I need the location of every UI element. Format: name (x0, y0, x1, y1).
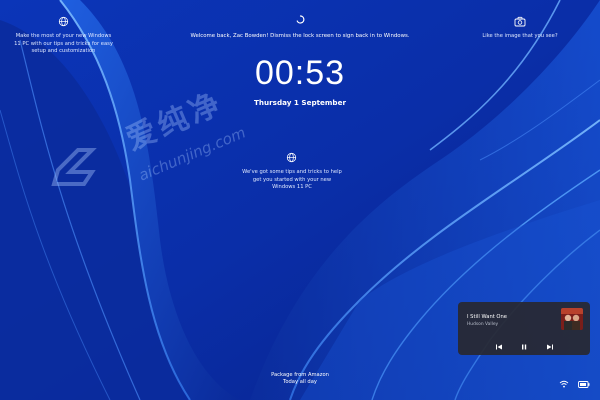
camera-icon[interactable] (514, 16, 526, 27)
battery-icon[interactable] (578, 381, 590, 388)
pause-button[interactable] (517, 337, 531, 350)
track-artist: Hudson Valley (467, 322, 499, 327)
tip-widget-center[interactable]: We've got some tips and tricks to help g… (230, 169, 354, 192)
notification-title: Package from Amazon (271, 372, 329, 378)
globe-icon[interactable] (58, 16, 69, 27)
calendar-notification[interactable]: Package from Amazon Today all day (0, 372, 600, 386)
clock-date: Thursday 1 September (254, 98, 346, 107)
previous-button[interactable] (492, 337, 506, 350)
globe-icon[interactable] (286, 152, 297, 163)
next-button[interactable] (543, 337, 557, 350)
media-player[interactable]: I Still Want One Hudson Valley (458, 302, 590, 355)
spinner-icon (296, 15, 305, 25)
tip-line-2: 11 PC with our tips and tricks for easy (14, 40, 113, 47)
clock-time: 00:53 (254, 54, 346, 92)
track-title: I Still Want One (467, 314, 507, 320)
wifi-icon[interactable] (559, 380, 569, 388)
watermark-logo-icon (48, 140, 102, 198)
like-image-prompt[interactable]: Like the image that you see? (470, 33, 570, 41)
tip-line-3: Windows 11 PC (272, 184, 312, 190)
tip-line-2: get you started with your new (252, 176, 332, 183)
tip-line-1: We've got some tips and tricks to help (242, 169, 342, 175)
notification-time: Today all day (283, 379, 317, 386)
album-art (561, 308, 583, 330)
